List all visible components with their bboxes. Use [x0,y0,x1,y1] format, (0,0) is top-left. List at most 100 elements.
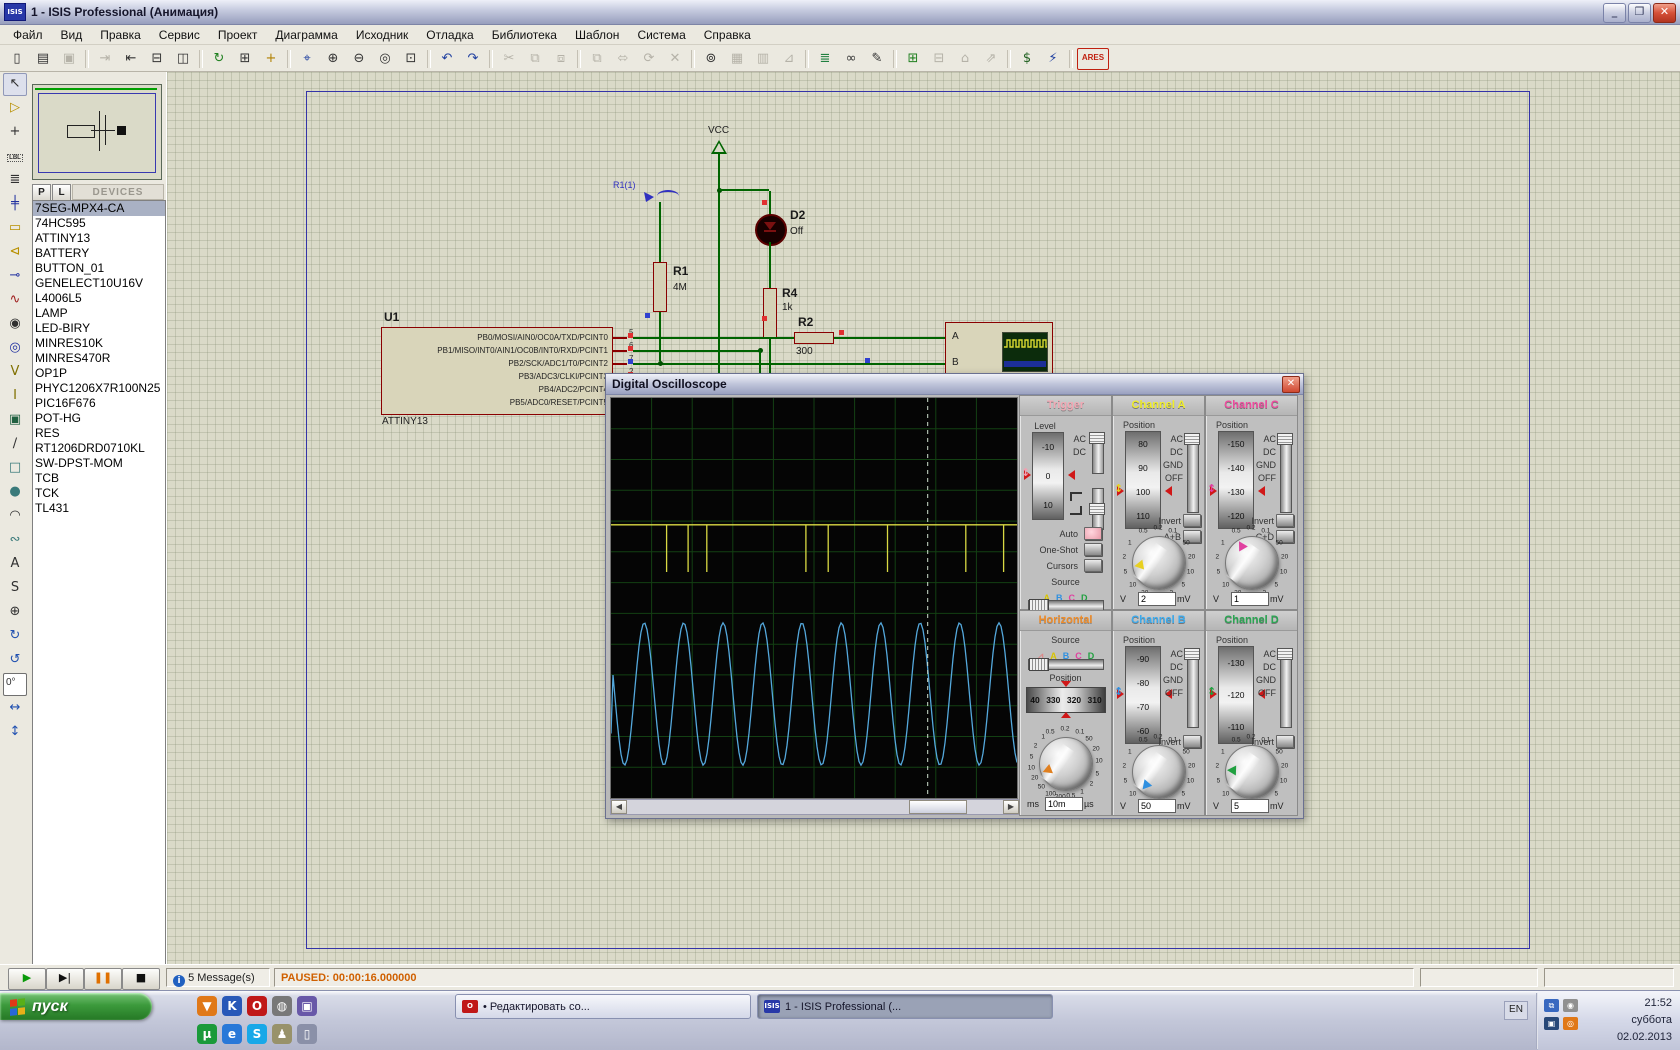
position-adjust-icon[interactable]: ↕ [1207,482,1216,495]
menu-item-4[interactable]: Сервис [150,26,209,44]
property-assign-button[interactable]: ✎ [865,48,889,70]
scroll-left-icon[interactable]: ◀ [611,800,627,814]
device-item[interactable]: PIC16F676 [33,396,165,411]
menu-item-5[interactable]: Проект [209,26,267,44]
rotate-cw-tool[interactable]: ↻ [3,625,27,648]
position-gauge[interactable]: -90-80-70-60 [1125,646,1161,744]
step-button[interactable]: ▶| [46,968,84,990]
2d-circle-tool[interactable]: ● [3,481,27,504]
device-item[interactable]: MINRES10K [33,336,165,351]
device-pin-tool[interactable]: ⊸ [3,265,27,288]
2d-path-tool[interactable]: ∾ [3,529,27,552]
bus-tool[interactable]: ╪ [3,193,27,216]
coupling-slider-thumb[interactable] [1277,648,1293,660]
position-gauge[interactable]: -150-140-130-120 [1218,431,1254,529]
position-adjust-icon[interactable]: ↕ [1114,482,1123,495]
coupling-slider-track[interactable] [1187,648,1199,728]
invert-button[interactable] [1183,735,1201,748]
netlist-to-ares-button[interactable]: ARES [1077,48,1109,70]
redraw-button[interactable]: ↻ [207,48,231,70]
task-button-1[interactable]: O• Редактировать со... [455,994,751,1019]
search-tag-button[interactable]: ∞ [839,48,863,70]
virtual-instrument-tool[interactable]: ▣ [3,409,27,432]
toggle-grid-button[interactable]: ⊞ [233,48,257,70]
device-item[interactable]: POT-HG [33,411,165,426]
voltage-probe-tool[interactable]: V [3,361,27,384]
gauge-arrow-right-icon[interactable] [1160,486,1172,496]
device-item[interactable]: OP1P [33,366,165,381]
scroll-thumb[interactable] [909,800,967,814]
export-section-button[interactable]: ⇤ [119,48,143,70]
coupling-slider-thumb[interactable] [1277,433,1293,445]
coupling-slider-track[interactable] [1280,433,1292,513]
cursors-button[interactable] [1084,559,1102,572]
tape-recorder-tool[interactable]: ◉ [3,313,27,336]
device-item[interactable]: TL431 [33,501,165,516]
device-item[interactable]: 74HC595 [33,216,165,231]
language-indicator[interactable]: EN [1504,1001,1528,1020]
device-item[interactable]: SW-DPST-MOM [33,456,165,471]
gain-knob[interactable] [1225,536,1279,590]
2d-text-tool[interactable]: A [3,553,27,576]
zoom-out-button[interactable]: ⊖ [347,48,371,70]
pick-device-button[interactable]: ⊚ [699,48,723,70]
text-script-tool[interactable]: ≣ [3,169,27,192]
menu-item-1[interactable]: Файл [4,26,52,44]
2d-marker-tool[interactable]: ⊕ [3,601,27,624]
gain-value-field[interactable]: 50 [1138,799,1176,813]
gain-value-field[interactable]: 10m [1045,797,1083,811]
play-button[interactable]: ▶ [8,968,46,990]
device-item[interactable]: RT1206DRD0710KL [33,441,165,456]
new-sheet-button[interactable]: ⊞ [901,48,925,70]
coupling-slider-track[interactable] [1187,433,1199,513]
invert-button[interactable] [1276,514,1294,527]
menu-item-12[interactable]: Справка [695,26,760,44]
position-gauge[interactable]: -130-120-110 [1218,646,1254,744]
menu-item-10[interactable]: Шаблон [566,26,628,44]
2d-line-tool[interactable]: ∕ [3,433,27,456]
device-item[interactable]: LAMP [33,306,165,321]
zoom-in-button[interactable]: ⊕ [321,48,345,70]
2d-arc-tool[interactable]: ◠ [3,505,27,528]
print-area-button[interactable]: ◫ [171,48,195,70]
horizontal-position-gauge[interactable]: 40330320310 [1026,687,1106,713]
oscilloscope-close-button[interactable]: ✕ [1282,376,1300,393]
device-item[interactable]: GENELECT10U16V [33,276,165,291]
menu-item-8[interactable]: Отладка [417,26,482,44]
updater-icon[interactable]: ◎ [1563,1017,1578,1030]
device-item[interactable]: LED-BIRY [33,321,165,336]
coupling-slider-thumb[interactable] [1184,433,1200,445]
2d-symbol-tool[interactable]: S [3,577,27,600]
current-probe-tool[interactable]: I [3,385,27,408]
source-slider-thumb[interactable] [1029,658,1049,671]
invert-button[interactable] [1183,514,1201,527]
coupling-slider-thumb[interactable] [1184,648,1200,660]
volume-icon[interactable]: ◉ [1563,999,1578,1012]
utorrent-icon[interactable]: µ [197,1024,217,1044]
coupling-slider-track[interactable] [1280,648,1292,728]
phone-icon[interactable]: ▯ [297,1024,317,1044]
menu-item-6[interactable]: Диаграмма [266,26,346,44]
position-gauge[interactable]: -10010 [1032,432,1064,520]
minimize-button[interactable]: _ [1603,3,1626,23]
invert-button[interactable] [1276,735,1294,748]
auto-button[interactable] [1084,527,1102,540]
coupling-slider-thumb[interactable] [1089,503,1105,515]
device-item[interactable]: PHYC1206X7R100N25 [33,381,165,396]
design-explorer-button[interactable]: ≣ [813,48,837,70]
print-button[interactable]: ⊟ [145,48,169,70]
mirror-v-tool[interactable]: ↕ [3,721,27,744]
source-slider-track[interactable] [1028,659,1104,670]
rotate-ccw-tool[interactable]: ↺ [3,649,27,672]
scroll-right-icon[interactable]: ▶ [1003,800,1019,814]
device-item[interactable]: RES [33,426,165,441]
browser-icon[interactable]: ◍ [272,996,292,1016]
pan-center-button[interactable]: ⌖ [295,48,319,70]
stop-button[interactable]: ■ [122,968,160,990]
close-button[interactable]: ✕ [1653,3,1676,23]
device-item[interactable]: BATTERY [33,246,165,261]
undo-button[interactable]: ↶ [435,48,459,70]
menu-item-7[interactable]: Исходник [347,26,417,44]
bill-of-materials-button[interactable]: $ [1015,48,1039,70]
menu-item-11[interactable]: Система [628,26,694,44]
